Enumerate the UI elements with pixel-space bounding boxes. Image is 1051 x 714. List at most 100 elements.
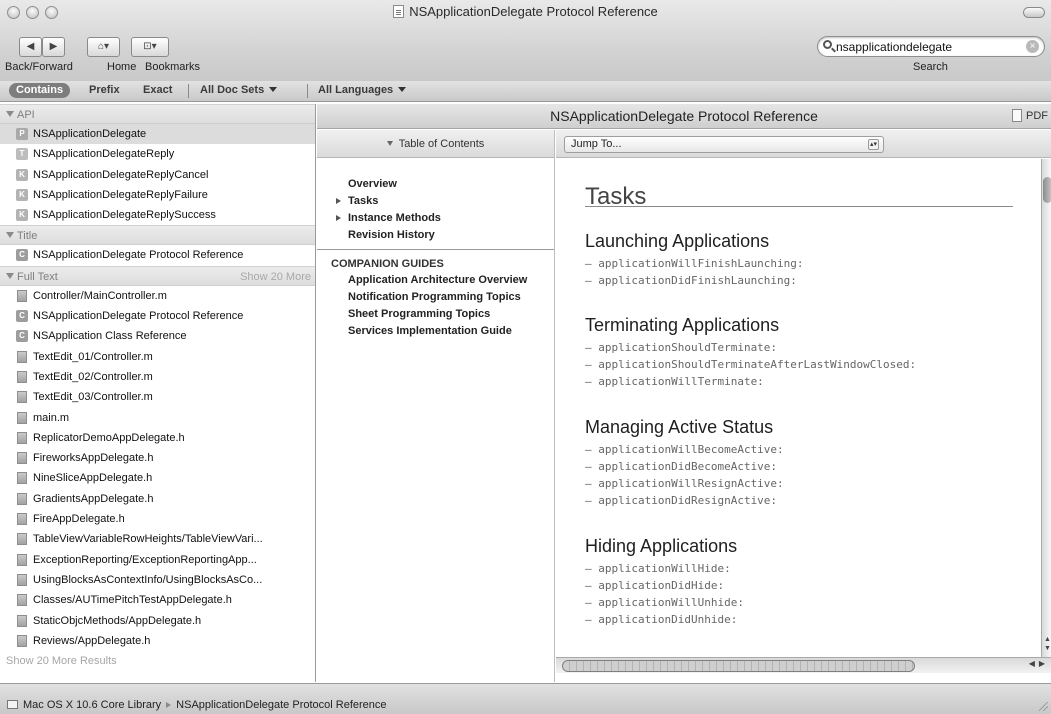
result-label: NSApplication Class Reference [33,330,187,343]
api-group-header[interactable]: API [0,104,315,124]
result-row[interactable]: ExceptionReporting/ExceptionReportingApp… [0,550,315,570]
vertical-scrollbar[interactable]: ▲ ▼ [1041,159,1051,657]
vertical-scroll-thumb[interactable] [1043,177,1051,203]
method-link[interactable]: – applicationWillResignActive: [585,475,784,492]
window-title: NSApplicationDelegate Protocol Reference [0,4,1051,19]
show-more-fulltext-link[interactable]: Show 20 More [240,267,311,287]
symbol-c-icon: C [16,330,28,343]
source-file-icon [17,472,27,485]
breadcrumb-document[interactable]: NSApplicationDelegate Protocol Reference [176,699,386,711]
method-link[interactable]: – applicationDidFinishLaunching: [585,272,804,289]
filter-prefix-button[interactable]: Prefix [89,84,120,96]
result-row[interactable]: P NSApplicationDelegate [0,124,315,145]
source-file-icon [17,533,27,546]
toc-item[interactable]: Revision History [317,227,554,244]
method-link[interactable]: – applicationDidUnhide: [585,611,744,628]
search-field[interactable]: × [817,36,1045,57]
result-row[interactable]: TableViewVariableRowHeights/TableViewVar… [0,529,315,549]
result-row[interactable]: K NSApplicationDelegateReplyCancel [0,165,315,185]
result-row[interactable]: TextEdit_01/Controller.m [0,347,315,367]
method-link[interactable]: – applicationWillHide: [585,560,744,577]
home-button[interactable]: ⌂▾ [87,37,120,57]
result-row[interactable]: TextEdit_03/Controller.m [0,387,315,407]
result-label: NSApplicationDelegateReplyFailure [33,188,208,201]
filter-contains-button[interactable]: Contains [9,83,71,98]
doc-sets-popup[interactable]: All Doc Sets [200,84,278,96]
result-row[interactable]: UsingBlocksAsContextInfo/UsingBlocksAsCo… [0,570,315,590]
result-label: NSApplicationDelegateReplyCancel [33,168,209,181]
result-row[interactable]: T NSApplicationDelegateReply [0,144,315,164]
method-link[interactable]: – applicationShouldTerminate: [585,339,916,356]
method-link[interactable]: – applicationWillUnhide: [585,594,744,611]
result-row[interactable]: C NSApplicationDelegate Protocol Referenc… [0,245,315,265]
result-row[interactable]: StaticObjcMethods/AppDelegate.h [0,611,315,631]
method-link[interactable]: – applicationWillBecomeActive: [585,441,784,458]
companion-guides-header: COMPANION GUIDES [331,258,444,270]
toolbar-toggle-button[interactable] [1023,7,1045,18]
forward-button[interactable]: ▶ [42,37,65,57]
chevron-down-icon [398,87,407,92]
api-results-list: P NSApplicationDelegate T NSApplicationDele… [0,124,315,225]
clear-search-icon[interactable]: × [1026,40,1039,53]
companion-guide-link[interactable]: Application Architecture Overview [317,272,554,289]
toc-item[interactable]: Tasks [317,193,554,210]
jump-to-popup[interactable]: Jump To... ▴▾ [564,136,884,153]
bookmarks-button[interactable]: ⊡▾ [131,37,169,57]
show-more-results-link[interactable]: Show 20 More Results [0,651,315,671]
forward-arrow-icon: ▶ [49,41,58,52]
scroll-arrows-icon[interactable]: ◀▶ [1029,659,1049,668]
document-header-title: NSApplicationDelegate Protocol Reference [550,108,818,124]
scroll-arrows-icon[interactable]: ▲ ▼ [1043,635,1051,653]
result-label: NSApplicationDelegate Protocol Reference [33,249,244,262]
method-link[interactable]: – applicationWillFinishLaunching: [585,255,804,272]
result-row[interactable]: FireAppDelegate.h [0,509,315,529]
result-row[interactable]: Classes/AUTimePitchTestAppDelegate.h [0,590,315,610]
source-file-icon [17,614,27,627]
result-row[interactable]: main.m [0,408,315,428]
result-row[interactable]: C NSApplication Class Reference [0,326,315,346]
result-row[interactable]: K NSApplicationDelegateReplyFailure [0,185,315,205]
toc-item[interactable]: Overview [317,176,554,193]
companion-guide-link[interactable]: Notification Programming Topics [317,289,554,306]
companion-guide-link[interactable]: Services Implementation Guide [317,323,554,340]
home-label: Home [107,61,137,73]
resize-grip-icon[interactable] [1039,702,1048,711]
source-file-icon [17,350,27,363]
pdf-button[interactable]: PDF [1012,109,1048,122]
result-row[interactable]: Reviews/AppDelegate.h [0,631,315,651]
method-link[interactable]: – applicationDidResignActive: [585,492,784,509]
breadcrumb-library[interactable]: Mac OS X 10.6 Core Library [23,699,161,711]
fulltext-group-header[interactable]: Full Text Show 20 More [0,265,315,287]
search-label: Search [913,61,948,73]
source-file-icon [17,411,27,424]
method-link[interactable]: – applicationWillTerminate: [585,373,916,390]
toc-item[interactable]: Instance Methods [317,210,554,227]
bookmarks-label: Bookmarks [145,61,201,73]
result-label: main.m [33,411,70,424]
method-link[interactable]: – applicationShouldTerminateAfterLastWin… [585,356,916,373]
result-row[interactable]: TextEdit_02/Controller.m [0,367,315,387]
search-input[interactable] [836,39,1024,54]
languages-popup[interactable]: All Languages [318,84,407,96]
result-row[interactable]: C NSApplicationDelegate Protocol Referenc… [0,306,315,326]
task-section: Terminating Applications – applicationSho… [585,314,916,390]
result-row[interactable]: Controller/MainController.m [0,286,315,306]
document-icon [393,5,405,18]
result-row[interactable]: NineSliceAppDelegate.h [0,468,315,488]
horizontal-scroll-thumb[interactable] [562,660,915,672]
filter-exact-button[interactable]: Exact [143,84,172,96]
result-row[interactable]: K NSApplicationDelegateReplySuccess [0,205,315,225]
result-label: Controller/MainController.m [33,289,167,302]
result-row[interactable]: GradientsAppDelegate.h [0,489,315,509]
source-file-icon [17,492,27,505]
method-link[interactable]: – applicationDidHide: [585,577,744,594]
horizontal-scrollbar[interactable]: ◀▶ [556,657,1051,673]
result-row[interactable]: ReplicatorDemoAppDelegate.h [0,428,315,448]
search-results-sidebar: API P NSApplicationDelegate T NSApplication… [0,104,316,682]
method-link[interactable]: – applicationDidBecomeActive: [585,458,784,475]
back-button[interactable]: ◀ [19,37,42,57]
result-row[interactable]: FireworksAppDelegate.h [0,448,315,468]
title-group-header[interactable]: Title [0,225,315,246]
companion-guide-link[interactable]: Sheet Programming Topics [317,306,554,323]
toc-header[interactable]: Table of Contents [317,130,554,158]
